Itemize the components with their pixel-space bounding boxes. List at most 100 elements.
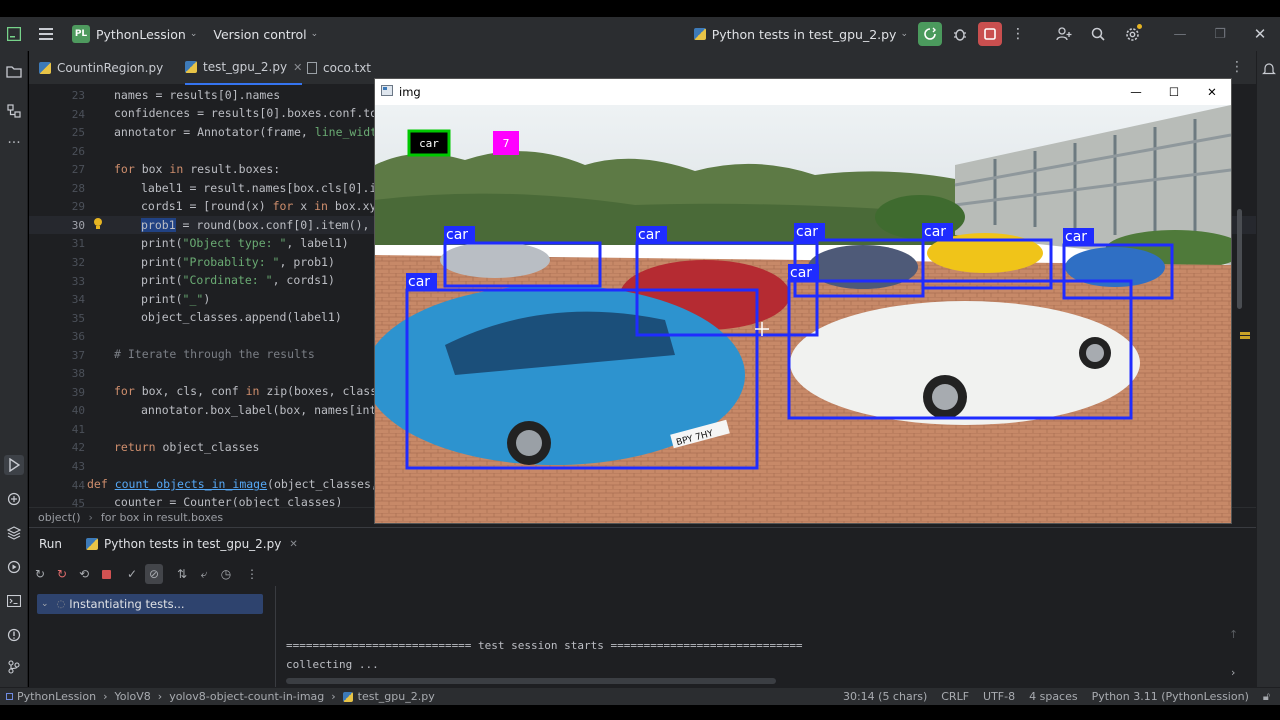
run-config-selector[interactable]: Python tests in test_gpu_2.py ⌄ bbox=[693, 27, 908, 42]
line-number: 28 bbox=[71, 181, 85, 195]
problems-icon[interactable] bbox=[4, 625, 24, 645]
close-icon[interactable]: ✕ bbox=[1240, 25, 1280, 43]
tab-label: coco.txt bbox=[323, 61, 371, 75]
python-interpreter[interactable]: Python 3.11 (PythonLession) bbox=[1092, 690, 1249, 703]
stop-button[interactable] bbox=[978, 22, 1002, 46]
structure-icon[interactable] bbox=[4, 101, 24, 121]
python-file-icon bbox=[39, 62, 51, 74]
notifications-icon[interactable] bbox=[1259, 59, 1279, 79]
caret-position[interactable]: 30:14 (5 chars) bbox=[843, 690, 927, 703]
vcs-menu[interactable]: Version control ⌄ bbox=[213, 27, 318, 42]
indent-setting[interactable]: 4 spaces bbox=[1029, 690, 1078, 703]
code-line-30: prob1 = round(box.conf[0].item(), 2 bbox=[141, 218, 383, 232]
show-passed-icon[interactable]: ✓ bbox=[123, 564, 141, 584]
project-selector[interactable]: PL PythonLession ⌄ bbox=[72, 25, 197, 43]
line-number: 37 bbox=[71, 348, 85, 362]
project-name: PythonLession bbox=[96, 26, 186, 42]
code-line-31: print("Object type: ", label1) bbox=[141, 236, 349, 250]
chevron-down-icon: ⌄ bbox=[900, 29, 908, 39]
status-path-item[interactable]: PythonLession bbox=[17, 690, 96, 703]
import-tests-icon[interactable]: ⤶ bbox=[195, 564, 213, 584]
detection-label: car bbox=[796, 224, 818, 240]
history-icon[interactable]: ◷ bbox=[217, 564, 235, 584]
image-window-titlebar[interactable]: img — ☐ ✕ bbox=[375, 79, 1231, 105]
maximize-icon[interactable]: ☐ bbox=[1155, 85, 1193, 99]
status-path-item[interactable]: YoloV8 bbox=[114, 690, 150, 703]
status-path-item[interactable]: yolov8-object-count-in-imag bbox=[169, 690, 324, 703]
warning-marker[interactable] bbox=[1240, 332, 1250, 335]
test-tree-item[interactable]: ⌄ ◌ Instantiating tests... bbox=[37, 594, 263, 614]
toggle-auto-test-icon[interactable]: ⟲ bbox=[75, 564, 93, 584]
close-icon[interactable]: ✕ bbox=[1193, 85, 1231, 99]
tab-countinregion[interactable]: CountinRegion.py bbox=[39, 51, 163, 85]
tab-test-gpu-2[interactable]: test_gpu_2.py ✕ bbox=[185, 51, 303, 85]
line-number: 42 bbox=[71, 441, 85, 455]
add-user-icon[interactable] bbox=[1052, 22, 1076, 46]
loading-spinner-icon: ◌ bbox=[56, 598, 66, 610]
app-logo-icon[interactable] bbox=[0, 27, 28, 41]
run-toolbar: ↻ ↻ ⟲ ✓ ⊘ ⇅ ⤶ ◷ ⋮ bbox=[29, 564, 1256, 586]
line-number: 43 bbox=[71, 460, 85, 473]
show-ignored-icon[interactable]: ⊘ bbox=[145, 564, 163, 584]
tabs-more-icon[interactable]: ⋮ bbox=[1230, 59, 1244, 75]
search-icon[interactable] bbox=[1086, 22, 1110, 46]
code-line-27: for box in result.boxes: bbox=[114, 162, 281, 176]
services-icon[interactable] bbox=[4, 557, 24, 577]
run-tool-icon[interactable] bbox=[4, 455, 24, 475]
breadcrumb-item[interactable]: for box in result.boxes bbox=[101, 511, 223, 524]
line-ending[interactable]: CRLF bbox=[941, 690, 969, 703]
debug-icon[interactable] bbox=[948, 22, 972, 46]
close-tab-icon[interactable]: ✕ bbox=[289, 539, 297, 550]
more-actions-icon[interactable]: ⋮ bbox=[1006, 22, 1030, 46]
line-number: 29 bbox=[71, 200, 85, 214]
console-line: collecting ... bbox=[286, 658, 379, 671]
detection-label: car bbox=[446, 227, 468, 243]
line-number: 32 bbox=[71, 255, 85, 269]
tab-coco-txt[interactable]: coco.txt bbox=[307, 51, 371, 85]
stop-icon[interactable] bbox=[97, 564, 115, 584]
minimize-icon[interactable]: — bbox=[1160, 27, 1200, 42]
python-test-icon bbox=[693, 28, 706, 40]
rerun-failed-icon[interactable]: ↻ bbox=[53, 564, 71, 584]
file-encoding[interactable]: UTF-8 bbox=[983, 690, 1015, 703]
code-line-40: annotator.box_label(box, names[int( bbox=[141, 403, 384, 417]
line-number: 23 bbox=[71, 89, 85, 102]
status-path-item[interactable]: test_gpu_2.py bbox=[358, 690, 435, 703]
lock-icon[interactable]: 🔓︎ bbox=[1263, 690, 1270, 704]
run-config-tab[interactable]: Python tests in test_gpu_2.py ✕ bbox=[86, 537, 298, 551]
console-horizontal-scrollbar[interactable] bbox=[286, 678, 776, 684]
minimize-icon[interactable]: — bbox=[1117, 85, 1155, 99]
main-menu-icon[interactable] bbox=[34, 22, 58, 46]
restore-icon[interactable]: ❐ bbox=[1200, 27, 1240, 42]
intention-bulb-icon[interactable] bbox=[93, 217, 103, 234]
rerun-button[interactable] bbox=[918, 22, 942, 46]
python-packages-icon[interactable] bbox=[4, 489, 24, 509]
terminal-icon[interactable] bbox=[4, 591, 24, 611]
more-tools-icon[interactable]: ··· bbox=[4, 133, 24, 153]
console-output[interactable]: ============================ test sessio… bbox=[275, 586, 1219, 688]
sort-icon[interactable]: ⇅ bbox=[173, 564, 191, 584]
project-folder-icon[interactable] bbox=[4, 61, 24, 81]
breadcrumb-item[interactable]: object() bbox=[38, 511, 80, 524]
image-window-title: img bbox=[399, 85, 421, 99]
detection-label: car bbox=[1065, 229, 1087, 245]
editor-scrollbar[interactable] bbox=[1237, 209, 1242, 309]
line-number: 40 bbox=[71, 404, 85, 418]
project-square-icon bbox=[6, 693, 13, 700]
settings-gear-icon[interactable] bbox=[1120, 22, 1144, 46]
line-number: 44 bbox=[71, 478, 85, 492]
image-window[interactable]: img — ☐ ✕ BPY 7HY car 7 car car car car … bbox=[374, 78, 1232, 524]
right-tool-strip bbox=[1256, 51, 1280, 687]
run-panel-header: Run Python tests in test_gpu_2.py ✕ bbox=[29, 528, 1256, 560]
expand-right-icon[interactable]: › bbox=[1231, 666, 1235, 679]
more-options-icon[interactable]: ⋮ bbox=[243, 564, 261, 584]
scroll-up-icon[interactable]: ↑ bbox=[1229, 628, 1238, 641]
code-line-44: def count_objects_in_image(object_classe… bbox=[87, 477, 385, 491]
run-tab-label[interactable]: Run bbox=[39, 537, 62, 551]
git-icon[interactable] bbox=[4, 657, 24, 677]
layers-icon[interactable] bbox=[4, 523, 24, 543]
line-number: 38 bbox=[71, 367, 85, 381]
close-tab-icon[interactable]: ✕ bbox=[293, 61, 302, 74]
rerun-icon[interactable]: ↻ bbox=[31, 564, 49, 584]
chevron-down-icon[interactable]: ⌄ bbox=[41, 599, 49, 609]
